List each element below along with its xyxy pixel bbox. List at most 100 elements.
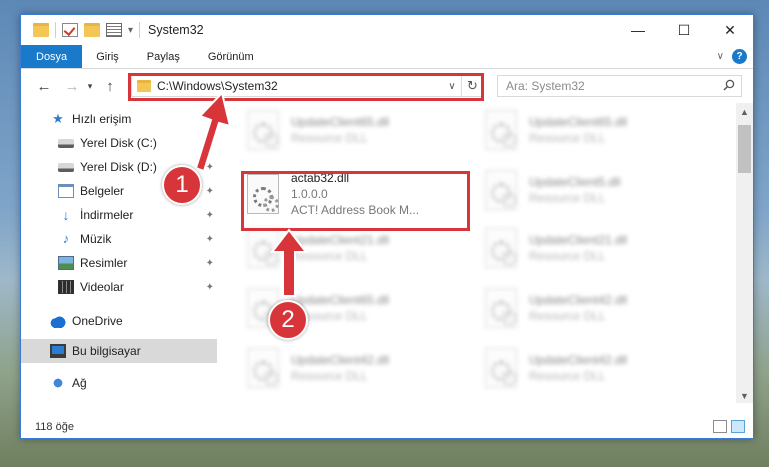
- dll-file-icon: [247, 110, 279, 150]
- sidebar-item-label: Hızlı erişim: [72, 112, 132, 126]
- dll-file-icon: [485, 170, 517, 210]
- sidebar-item-label: Ağ: [72, 376, 87, 390]
- qat-dropdown-icon[interactable]: ▾: [128, 25, 133, 36]
- pin-icon[interactable]: ✦: [206, 234, 214, 245]
- tab-giris[interactable]: Giriş: [82, 45, 133, 68]
- customize-icon[interactable]: [106, 23, 122, 37]
- folder-icon: [33, 23, 49, 37]
- quick-access-toolbar: ▾: [21, 15, 141, 45]
- view-switcher: [713, 420, 745, 433]
- scroll-down-icon[interactable]: ▼: [736, 391, 753, 401]
- close-button[interactable]: ✕: [707, 15, 753, 45]
- scroll-up-icon[interactable]: ▲: [736, 107, 753, 117]
- file-item[interactable]: UpdateClient65.dll Resource DLL: [485, 105, 705, 155]
- file-item[interactable]: UpdateClient42.dll Resource DLL: [485, 343, 705, 393]
- sidebar-item-disk-c[interactable]: Yerel Disk (C:) ✦: [21, 131, 217, 155]
- search-icon[interactable]: [723, 79, 735, 91]
- new-folder-icon[interactable]: [84, 23, 100, 37]
- navigation-bar: ← → ▾ ↑ C:\Windows\System32 ∨ ↻ Ara: Sys…: [21, 69, 753, 103]
- pin-icon[interactable]: ✦: [206, 210, 214, 221]
- ribbon-tabs: Dosya Giriş Paylaş Görünüm ∨ ?: [21, 45, 753, 69]
- file-version: 1.0.0.0: [291, 187, 328, 201]
- back-arrow-icon[interactable]: ←: [33, 78, 55, 95]
- tab-gorunum[interactable]: Görünüm: [194, 45, 268, 68]
- videos-icon: [58, 280, 74, 294]
- maximize-button[interactable]: ☐: [661, 15, 707, 45]
- drive-icon: [58, 162, 74, 172]
- file-item[interactable]: UpdateClient42.dll Resource DLL: [485, 283, 705, 333]
- file-item-actab32[interactable]: actab32.dll 1.0.0.0 ACT! Address Book M.…: [247, 163, 467, 225]
- explorer-window: ▾ System32 — ☐ ✕ Dosya Giriş Paylaş Görü…: [20, 14, 754, 439]
- step-badge-2: 2: [268, 300, 308, 340]
- sidebar-item-label: Belgeler: [80, 184, 125, 198]
- pin-icon[interactable]: ✦: [206, 258, 214, 269]
- dll-file-icon: [485, 228, 517, 268]
- music-icon: ♪: [62, 231, 70, 246]
- step-badge-1: 1: [162, 165, 202, 205]
- recent-locations-icon[interactable]: ▾: [83, 81, 97, 92]
- this-pc-icon: [50, 344, 66, 358]
- dll-file-icon: [485, 288, 517, 328]
- sidebar-item-downloads[interactable]: ↓ İndirmeler ✦: [21, 203, 217, 227]
- up-arrow-icon[interactable]: ↑: [99, 78, 121, 95]
- sidebar-item-label: Resimler: [80, 256, 128, 270]
- sidebar-item-network[interactable]: Ağ: [21, 371, 217, 395]
- address-bar[interactable]: C:\Windows\System32 ∨ ↻: [131, 75, 484, 97]
- navigation-pane: ★ Hızlı erişim Yerel Disk (C:) ✦ Yerel D…: [21, 103, 217, 403]
- pin-icon[interactable]: ✦: [206, 282, 214, 293]
- sidebar-item-onedrive[interactable]: OneDrive: [21, 309, 217, 333]
- tiles-view-icon[interactable]: [731, 420, 745, 433]
- item-count: 118 öğe: [35, 421, 74, 433]
- file-type: Resource DLL: [291, 249, 368, 263]
- sidebar-item-videos[interactable]: Videolar ✦: [21, 275, 217, 299]
- search-placeholder: Ara: System32: [506, 79, 585, 93]
- file-description: ACT! Address Book M...: [291, 203, 420, 217]
- file-item[interactable]: UpdateClient21.dll Resource DLL: [485, 223, 705, 273]
- sidebar-item-label: İndirmeler: [80, 208, 134, 222]
- window-title: System32: [148, 23, 204, 37]
- separator: [139, 22, 141, 38]
- file-item[interactable]: UpdateClient42.dll Resource DLL: [247, 343, 467, 393]
- sidebar-item-pictures[interactable]: Resimler ✦: [21, 251, 217, 275]
- window-controls: — ☐ ✕: [615, 15, 753, 45]
- file-item[interactable]: UpdateClient65.dll Resource DLL: [247, 105, 467, 155]
- pin-icon[interactable]: ✦: [206, 138, 214, 149]
- address-dropdown-icon[interactable]: ∨: [443, 81, 461, 92]
- file-name: UpdateClient42.dll: [529, 293, 628, 307]
- expand-ribbon-icon[interactable]: ∨: [717, 51, 724, 62]
- file-item[interactable]: UpdateClient21.dll Resource DLL: [247, 223, 467, 273]
- dll-file-icon: [247, 174, 279, 214]
- sidebar-item-quick-access[interactable]: ★ Hızlı erişim: [21, 107, 217, 131]
- file-name: UpdateClient65.dll: [529, 115, 628, 129]
- sidebar-item-music[interactable]: ♪ Müzik ✦: [21, 227, 217, 251]
- drive-icon: [58, 138, 74, 148]
- file-name: UpdateClient21.dll: [291, 233, 390, 247]
- pin-icon[interactable]: ✦: [206, 186, 214, 197]
- sidebar-item-label: Videolar: [80, 280, 124, 294]
- tab-dosya[interactable]: Dosya: [21, 45, 83, 68]
- details-view-icon[interactable]: [713, 420, 727, 433]
- sidebar-item-label: OneDrive: [72, 314, 123, 328]
- sidebar-item-this-pc[interactable]: Bu bilgisayar: [21, 339, 217, 363]
- folder-icon: [137, 80, 151, 92]
- star-icon: ★: [52, 111, 64, 126]
- file-type: Resource DLL: [291, 369, 368, 383]
- help-icon[interactable]: ?: [732, 49, 747, 64]
- sidebar-item-label: Yerel Disk (D:): [80, 160, 157, 174]
- file-item[interactable]: UpdateClient5.dll Resource DLL: [485, 165, 705, 215]
- forward-arrow-icon[interactable]: →: [61, 78, 83, 95]
- separator: [55, 22, 56, 38]
- pin-icon[interactable]: ✦: [206, 162, 214, 173]
- dll-file-icon: [247, 228, 279, 268]
- file-name: UpdateClient65.dll: [291, 293, 390, 307]
- scrollbar-thumb[interactable]: [738, 125, 751, 173]
- sidebar-item-label: Müzik: [80, 232, 112, 246]
- search-input[interactable]: Ara: System32: [497, 75, 742, 97]
- status-bar: 118 öğe: [21, 416, 753, 438]
- refresh-icon[interactable]: ↻: [461, 76, 483, 96]
- tab-paylas[interactable]: Paylaş: [133, 45, 194, 68]
- minimize-button[interactable]: —: [615, 15, 661, 45]
- address-path[interactable]: C:\Windows\System32: [157, 79, 443, 93]
- properties-check-icon[interactable]: [62, 23, 78, 37]
- vertical-scrollbar[interactable]: ▲ ▼: [736, 103, 753, 403]
